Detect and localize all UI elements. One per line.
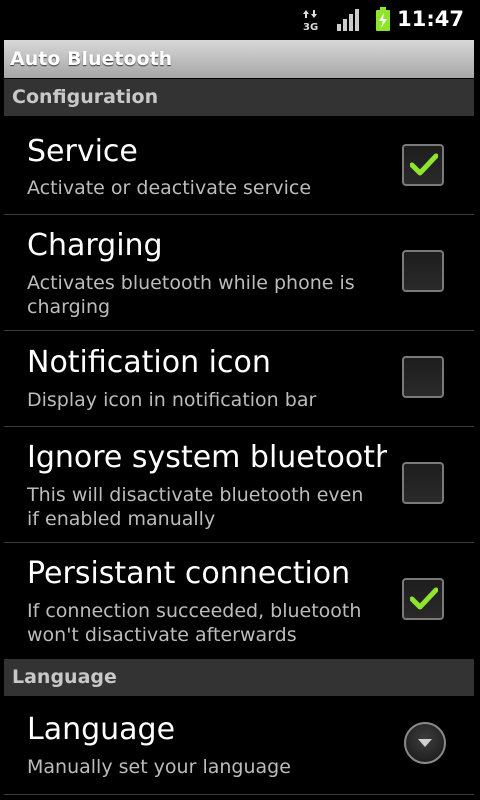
pref-title: Service xyxy=(27,134,138,169)
language-dropdown-button[interactable] xyxy=(404,722,446,764)
charging-checkbox[interactable] xyxy=(402,250,444,292)
category-label: Language xyxy=(12,666,117,688)
category-configuration: Configuration xyxy=(4,79,474,116)
checkmark-icon xyxy=(410,587,438,610)
pref-service[interactable]: Service Activate or deactivate service xyxy=(0,116,480,214)
pref-charging[interactable]: Charging Activates bluetooth while phone… xyxy=(0,215,480,330)
pref-summary: If connection succeeded, bluetooth won't… xyxy=(27,600,362,646)
pref-title: Language xyxy=(27,712,176,747)
status-bar: 3G 11:47 xyxy=(0,0,480,38)
pref-summary: This will disactivate bluetooth even if … xyxy=(27,484,364,530)
persistant-connection-checkbox[interactable] xyxy=(402,578,444,620)
pref-title: Ignore system bluetooth s xyxy=(27,440,387,475)
pref-notification-icon[interactable]: Notification icon Display icon in notifi… xyxy=(0,331,480,426)
service-checkbox[interactable] xyxy=(402,144,444,186)
network-3g-icon: 3G xyxy=(302,9,320,33)
category-language: Language xyxy=(4,659,474,696)
pref-summary: Manually set your language xyxy=(27,756,291,778)
pref-summary: Display icon in notification bar xyxy=(27,389,317,411)
pref-title: Charging xyxy=(27,228,163,263)
status-time: 11:47 xyxy=(397,7,464,31)
pref-language[interactable]: Language Manually set your language xyxy=(0,696,480,794)
pref-ignore-system-bluetooth[interactable]: Ignore system bluetooth s This will disa… xyxy=(0,427,480,542)
signal-strength-icon xyxy=(336,9,360,31)
category-label: Configuration xyxy=(12,86,159,108)
pref-persistant-connection[interactable]: Persistant connection If connection succ… xyxy=(0,543,480,659)
pref-title: Persistant connection xyxy=(27,556,351,591)
divider xyxy=(4,794,474,795)
app-title-bar: Auto Bluetooth xyxy=(4,40,474,78)
checkmark-icon xyxy=(410,153,438,176)
notification-icon-checkbox[interactable] xyxy=(402,356,444,398)
app-title: Auto Bluetooth xyxy=(10,48,173,70)
pref-title: Notification icon xyxy=(27,345,271,380)
battery-charging-icon xyxy=(375,7,391,31)
pref-summary: Activates bluetooth while phone is charg… xyxy=(27,272,355,318)
ignore-system-bluetooth-checkbox[interactable] xyxy=(402,462,444,504)
svg-text:3G: 3G xyxy=(303,22,318,31)
pref-summary: Activate or deactivate service xyxy=(27,177,312,199)
chevron-down-icon xyxy=(418,739,432,747)
